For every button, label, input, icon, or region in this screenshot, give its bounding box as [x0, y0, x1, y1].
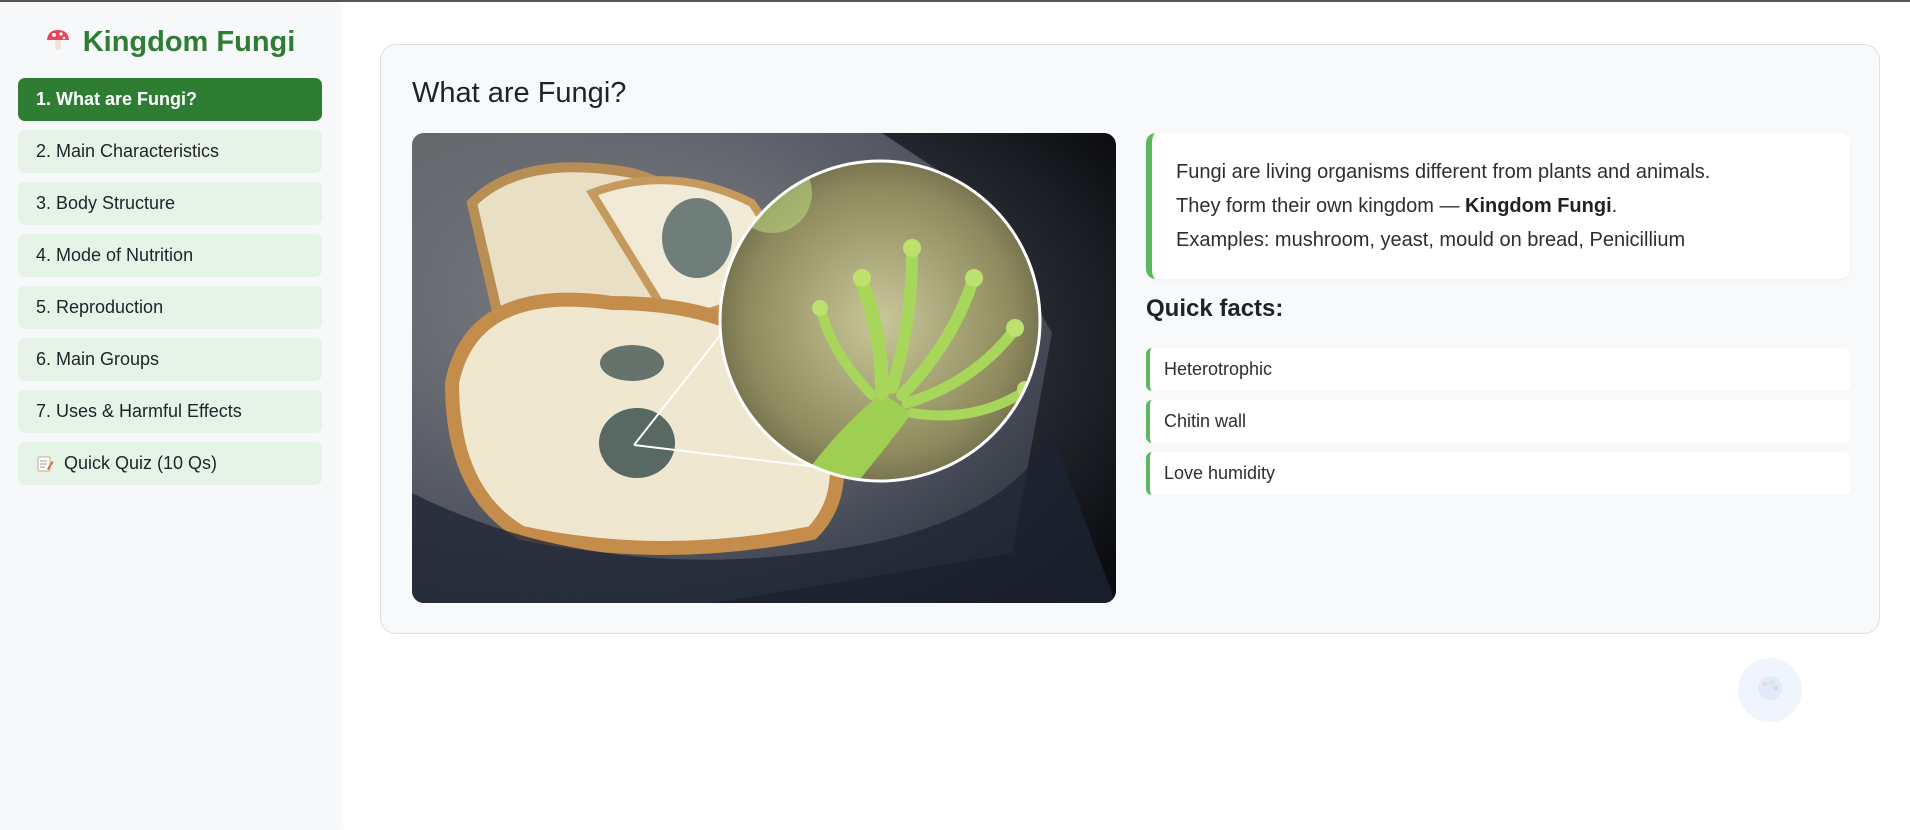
sidebar-item-label: 2. Main Characteristics	[36, 141, 220, 161]
intro-line-1: Fungi are living organisms different fro…	[1176, 161, 1711, 183]
floating-action-button[interactable]	[1738, 658, 1802, 722]
fact-item: Love humidity	[1146, 452, 1850, 495]
sidebar-item-label: 1. What are Fungi?	[36, 89, 198, 109]
sidebar-item-body-structure[interactable]: 3. Body Structure	[18, 182, 322, 225]
mushroom-icon	[45, 27, 71, 58]
intro-line-2: They form their own kingdom — Kingdom Fu…	[1176, 189, 1826, 223]
intro-kingdom-fungi: Kingdom Fungi	[1465, 195, 1612, 217]
sidebar-item-mode-of-nutrition[interactable]: 4. Mode of Nutrition	[18, 234, 322, 277]
sidebar-item-label: 5. Reproduction	[36, 297, 164, 317]
intro-line-3: Examples: mushroom, yeast, mould on brea…	[1176, 229, 1686, 251]
sidebar-item-main-groups[interactable]: 6. Main Groups	[18, 338, 322, 381]
sidebar-item-reproduction[interactable]: 5. Reproduction	[18, 286, 322, 329]
sidebar-item-uses-harmful-effects[interactable]: 7. Uses & Harmful Effects	[18, 390, 322, 433]
intro-line-2-suffix: .	[1611, 195, 1618, 217]
mould-on-bread-image	[412, 133, 1116, 603]
brand-title: Kingdom Fungi	[82, 25, 296, 58]
intro-line-2-prefix: They form their own kingdom —	[1176, 195, 1465, 217]
sidebar-item-label: 3. Body Structure	[36, 193, 176, 213]
sidebar-nav: 1. What are Fungi? 2. Main Characteristi…	[18, 78, 322, 494]
page-title: What are Fungi?	[412, 77, 627, 109]
fact-item: Heterotrophic	[1146, 348, 1850, 391]
quick-facts-list: Heterotrophic Chitin wall Love humidity	[1146, 348, 1850, 504]
sidebar: Kingdom Fungi 1. What are Fungi? 2. Main…	[0, 2, 340, 830]
intro-box: Fungi are living organisms different fro…	[1146, 133, 1850, 279]
sidebar-item-label: 6. Main Groups	[36, 349, 160, 369]
fact-item: Chitin wall	[1146, 400, 1850, 443]
sidebar-item-label: 4. Mode of Nutrition	[36, 245, 194, 265]
brand: Kingdom Fungi	[0, 22, 340, 62]
sidebar-item-quick-quiz[interactable]: Quick Quiz (10 Qs)	[18, 442, 322, 485]
memo-icon	[36, 455, 54, 473]
sidebar-item-label: Quick Quiz (10 Qs)	[64, 453, 218, 473]
quick-facts-heading: Quick facts:	[1146, 295, 1284, 322]
sidebar-item-what-are-fungi[interactable]: 1. What are Fungi?	[18, 78, 322, 121]
content-card: What are Fungi? Fungi are living organis…	[380, 44, 1880, 634]
palette-icon	[1755, 673, 1785, 708]
sidebar-item-label: 7. Uses & Harmful Effects	[36, 401, 242, 421]
sidebar-item-main-characteristics[interactable]: 2. Main Characteristics	[18, 130, 322, 173]
